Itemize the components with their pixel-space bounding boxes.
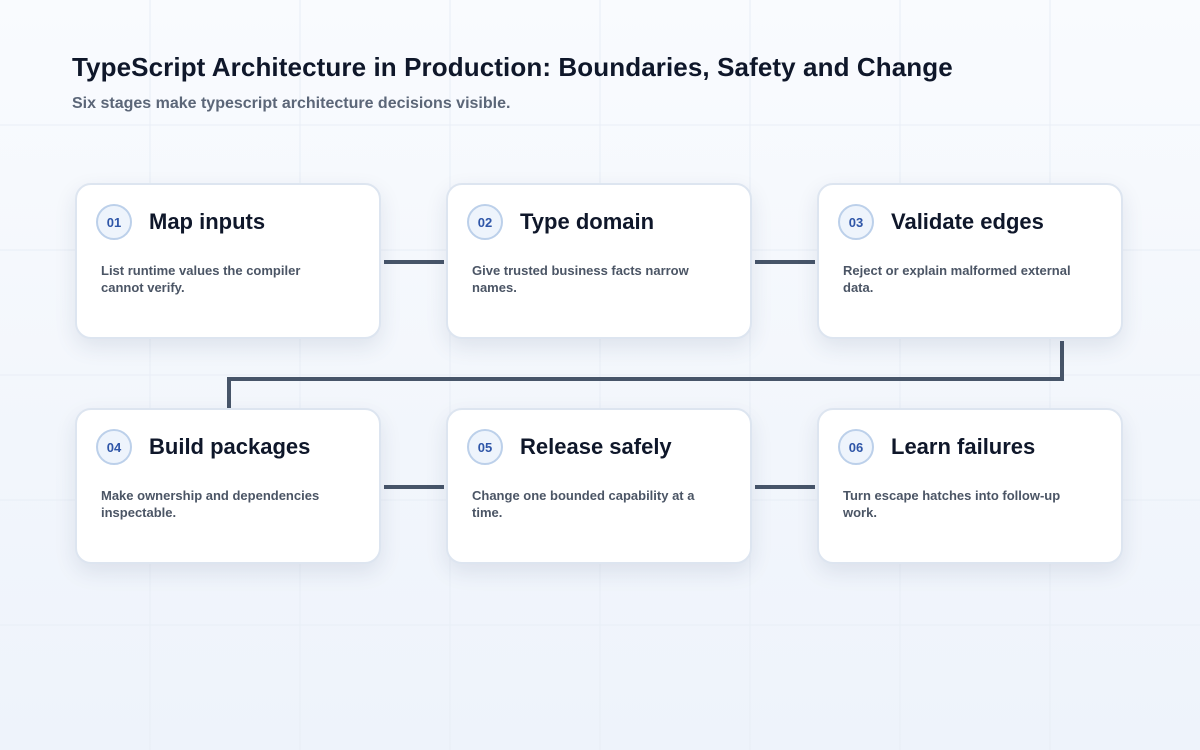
step-title: Release safely (520, 434, 672, 459)
step-title: Map inputs (149, 209, 266, 234)
step-card-validate-edges: 03 Validate edges Reject or explain malf… (817, 183, 1123, 339)
step-card-learn-failures: 06 Learn failures Turn escape hatches in… (817, 408, 1123, 564)
step-number-badge: 05 (467, 429, 503, 465)
step-number-badge: 01 (96, 204, 132, 240)
step-title: Validate edges (891, 209, 1044, 234)
step-number-badge: 02 (467, 204, 503, 240)
step-card-release-safely: 05 Release safely Change one bounded cap… (446, 408, 752, 564)
step-description: Make ownership and dependencies inspecta… (101, 488, 320, 520)
step-number-badge: 03 (838, 204, 874, 240)
step-card-map-inputs: 01 Map inputs List runtime values the co… (75, 183, 381, 339)
step-number-badge: 04 (96, 429, 132, 465)
step-card-build-packages: 04 Build packages Make ownership and dep… (75, 408, 381, 564)
step-title: Type domain (520, 209, 655, 234)
step-description: Give trusted business facts narrow names… (472, 263, 689, 295)
step-description: List runtime values the compiler cannot … (101, 263, 301, 295)
step-title: Learn failures (891, 434, 1036, 459)
step-description: Change one bounded capability at a time. (472, 488, 695, 520)
step-title: Build packages (149, 434, 311, 459)
flow-connectors (227, 260, 1064, 489)
step-card-type-domain: 02 Type domain Give trusted business fac… (446, 183, 752, 339)
step-number-badge: 06 (838, 429, 874, 465)
step-description: Turn escape hatches into follow-up work. (843, 488, 1061, 520)
step-description: Reject or explain malformed external dat… (843, 263, 1071, 295)
connector-03-04 (227, 341, 1064, 408)
